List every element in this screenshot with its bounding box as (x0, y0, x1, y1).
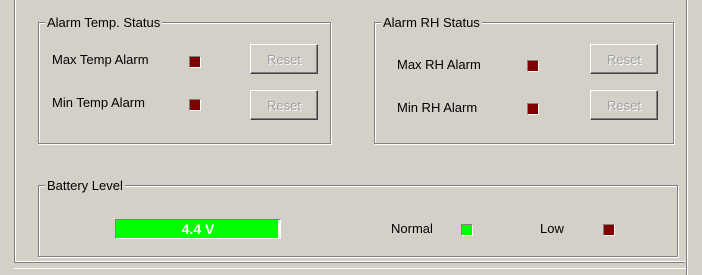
alarm-rh-status-group: Alarm RH Status Max RH Alarm Reset Min R… (374, 15, 674, 144)
group-title: Alarm Temp. Status (45, 15, 163, 30)
battery-level-group: Battery Level 4.4 V Normal Low (38, 178, 678, 257)
min-rh-reset-button[interactable]: Reset (590, 90, 658, 120)
group-title: Battery Level (45, 178, 125, 193)
min-rh-alarm-label: Min RH Alarm (397, 100, 478, 115)
led-fill (190, 100, 200, 110)
led-fill (190, 57, 200, 67)
low-label: Low (540, 221, 564, 236)
min-temp-reset-button[interactable]: Reset (250, 90, 318, 120)
divider (14, 268, 686, 269)
min-rh-alarm-indicator-icon (527, 103, 539, 115)
max-rh-reset-button[interactable]: Reset (590, 44, 658, 74)
led-fill (528, 61, 538, 71)
battery-level-bar: 4.4 V (115, 219, 281, 239)
led-fill (462, 225, 472, 235)
min-temp-alarm-indicator-icon (189, 99, 201, 111)
max-temp-reset-button[interactable]: Reset (250, 44, 318, 74)
min-temp-alarm-label: Min Temp Alarm (52, 95, 145, 110)
alarm-temp-status-group: Alarm Temp. Status Max Temp Alarm Reset … (38, 15, 331, 144)
battery-level-value: 4.4 V (181, 221, 215, 237)
max-temp-alarm-indicator-icon (189, 56, 201, 68)
max-rh-alarm-indicator-icon (527, 60, 539, 72)
max-temp-alarm-label: Max Temp Alarm (52, 52, 149, 67)
normal-label: Normal (391, 221, 433, 236)
normal-indicator-icon (461, 224, 473, 236)
window-edge (686, 0, 702, 275)
led-fill (604, 225, 614, 235)
group-title: Alarm RH Status (381, 15, 482, 30)
max-rh-alarm-label: Max RH Alarm (397, 57, 481, 72)
low-indicator-icon (603, 224, 615, 236)
led-fill (528, 104, 538, 114)
